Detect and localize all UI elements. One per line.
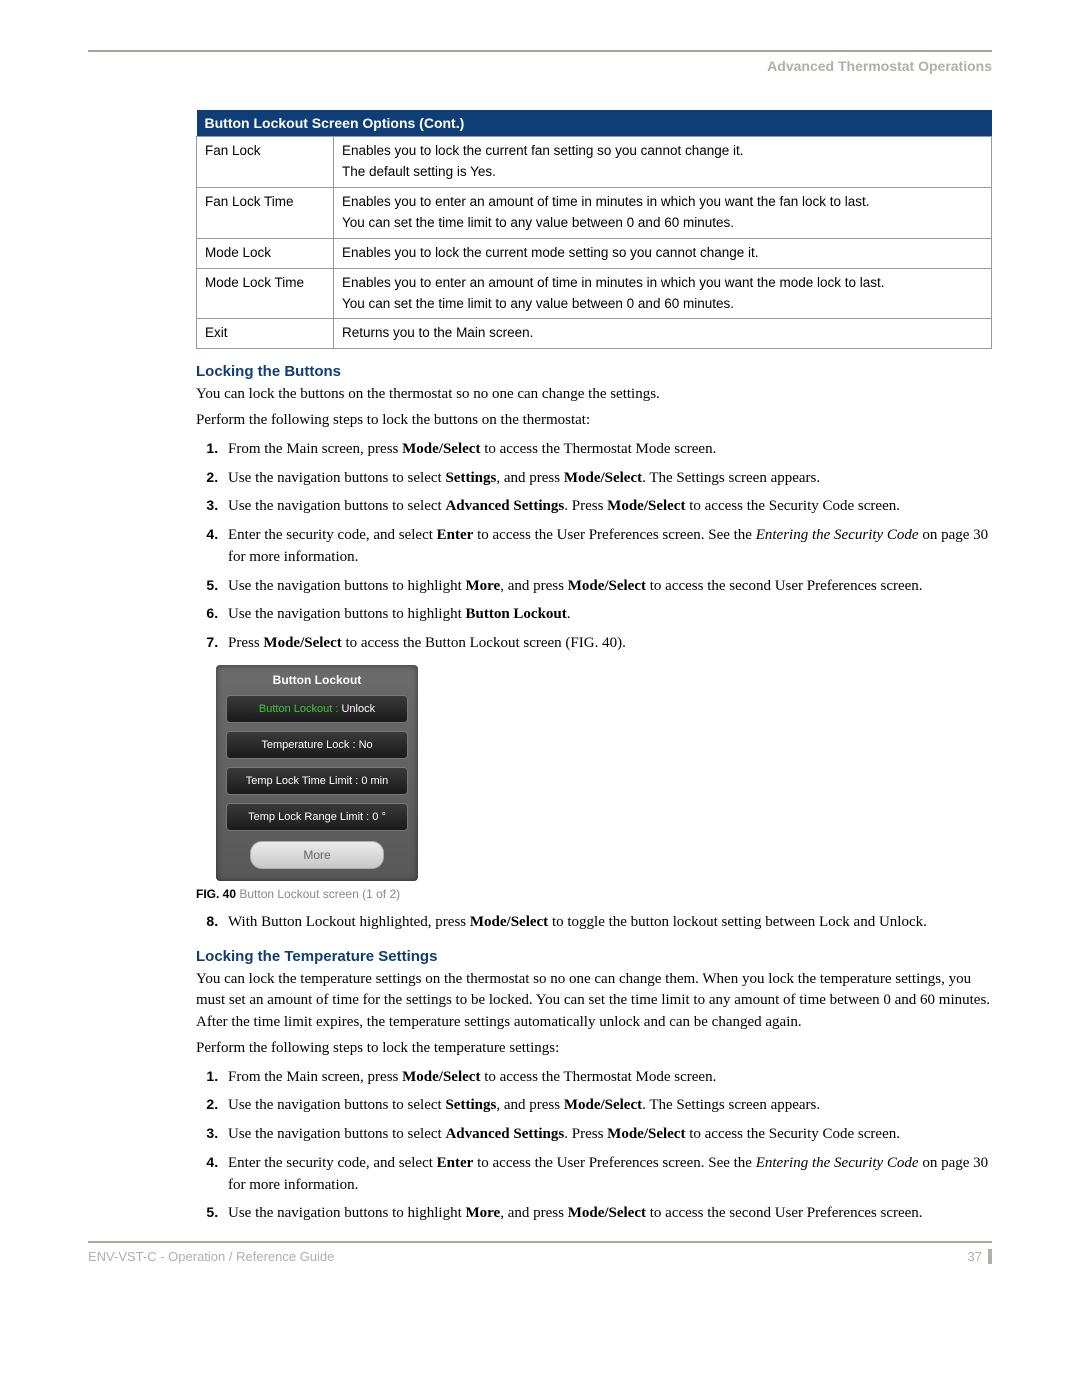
step: Use the navigation buttons to highlight …	[222, 1202, 992, 1225]
step: From the Main screen, press Mode/Select …	[222, 438, 992, 461]
steps-list-1: From the Main screen, press Mode/Select …	[196, 438, 992, 655]
opt-name: Fan Lock Time	[197, 187, 334, 238]
thermo-row: Temperature Lock : No	[226, 731, 408, 759]
step: Use the navigation buttons to select Adv…	[222, 1123, 992, 1146]
step: Use the navigation buttons to highlight …	[222, 603, 992, 626]
header-section-label: Advanced Thermostat Operations	[88, 58, 992, 74]
opt-name: Exit	[197, 319, 334, 349]
steps-list-1-cont: With Button Lockout highlighted, press M…	[196, 911, 992, 934]
opt-desc: Returns you to the Main screen.	[334, 319, 992, 349]
table-row: Fan Lock Enables you to lock the current…	[197, 137, 992, 188]
step: Enter the security code, and select Ente…	[222, 1152, 992, 1197]
heading-locking-buttons: Locking the Buttons	[196, 363, 992, 380]
thermo-title: Button Lockout	[226, 673, 408, 687]
step: Use the navigation buttons to select Adv…	[222, 495, 992, 518]
opt-desc: Enables you to lock the current fan sett…	[334, 137, 992, 188]
intro-text: Perform the following steps to lock the …	[196, 1038, 992, 1060]
opt-desc: Enables you to lock the current mode set…	[334, 238, 992, 268]
page-footer: ENV-VST-C - Operation / Reference Guide …	[88, 1241, 992, 1264]
opt-name: Mode Lock	[197, 238, 334, 268]
thermo-row-selected: Button Lockout : Unlock	[226, 695, 408, 723]
intro-text: You can lock the buttons on the thermost…	[196, 384, 992, 406]
step: Press Mode/Select to access the Button L…	[222, 632, 992, 655]
opt-name: Mode Lock Time	[197, 268, 334, 319]
intro-text: Perform the following steps to lock the …	[196, 410, 992, 432]
table-title: Button Lockout Screen Options (Cont.)	[197, 110, 992, 137]
step: Use the navigation buttons to highlight …	[222, 575, 992, 598]
step: Use the navigation buttons to select Set…	[222, 1094, 992, 1117]
thermo-row: Temp Lock Range Limit : 0 °	[226, 803, 408, 831]
table-row: Mode Lock Enables you to lock the curren…	[197, 238, 992, 268]
table-row: Fan Lock Time Enables you to enter an am…	[197, 187, 992, 238]
options-table: Button Lockout Screen Options (Cont.) Fa…	[196, 110, 992, 349]
step: Enter the security code, and select Ente…	[222, 524, 992, 569]
opt-name: Fan Lock	[197, 137, 334, 188]
heading-locking-temperature: Locking the Temperature Settings	[196, 948, 992, 965]
thermo-row: Temp Lock Time Limit : 0 min	[226, 767, 408, 795]
step: Use the navigation buttons to select Set…	[222, 467, 992, 490]
footer-doc-title: ENV-VST-C - Operation / Reference Guide	[88, 1249, 334, 1264]
figure-caption: FIG. 40 Button Lockout screen (1 of 2)	[196, 887, 992, 901]
step: With Button Lockout highlighted, press M…	[222, 911, 992, 934]
opt-desc: Enables you to enter an amount of time i…	[334, 268, 992, 319]
step: From the Main screen, press Mode/Select …	[222, 1066, 992, 1089]
table-row: Exit Returns you to the Main screen.	[197, 319, 992, 349]
thermo-more-button: More	[250, 841, 384, 869]
steps-list-2: From the Main screen, press Mode/Select …	[196, 1066, 992, 1226]
intro-text: You can lock the temperature settings on…	[196, 969, 992, 1034]
opt-desc: Enables you to enter an amount of time i…	[334, 187, 992, 238]
thermostat-figure: Button Lockout Button Lockout : Unlock T…	[216, 665, 418, 881]
footer-page-number: 37	[968, 1249, 992, 1264]
table-row: Mode Lock Time Enables you to enter an a…	[197, 268, 992, 319]
